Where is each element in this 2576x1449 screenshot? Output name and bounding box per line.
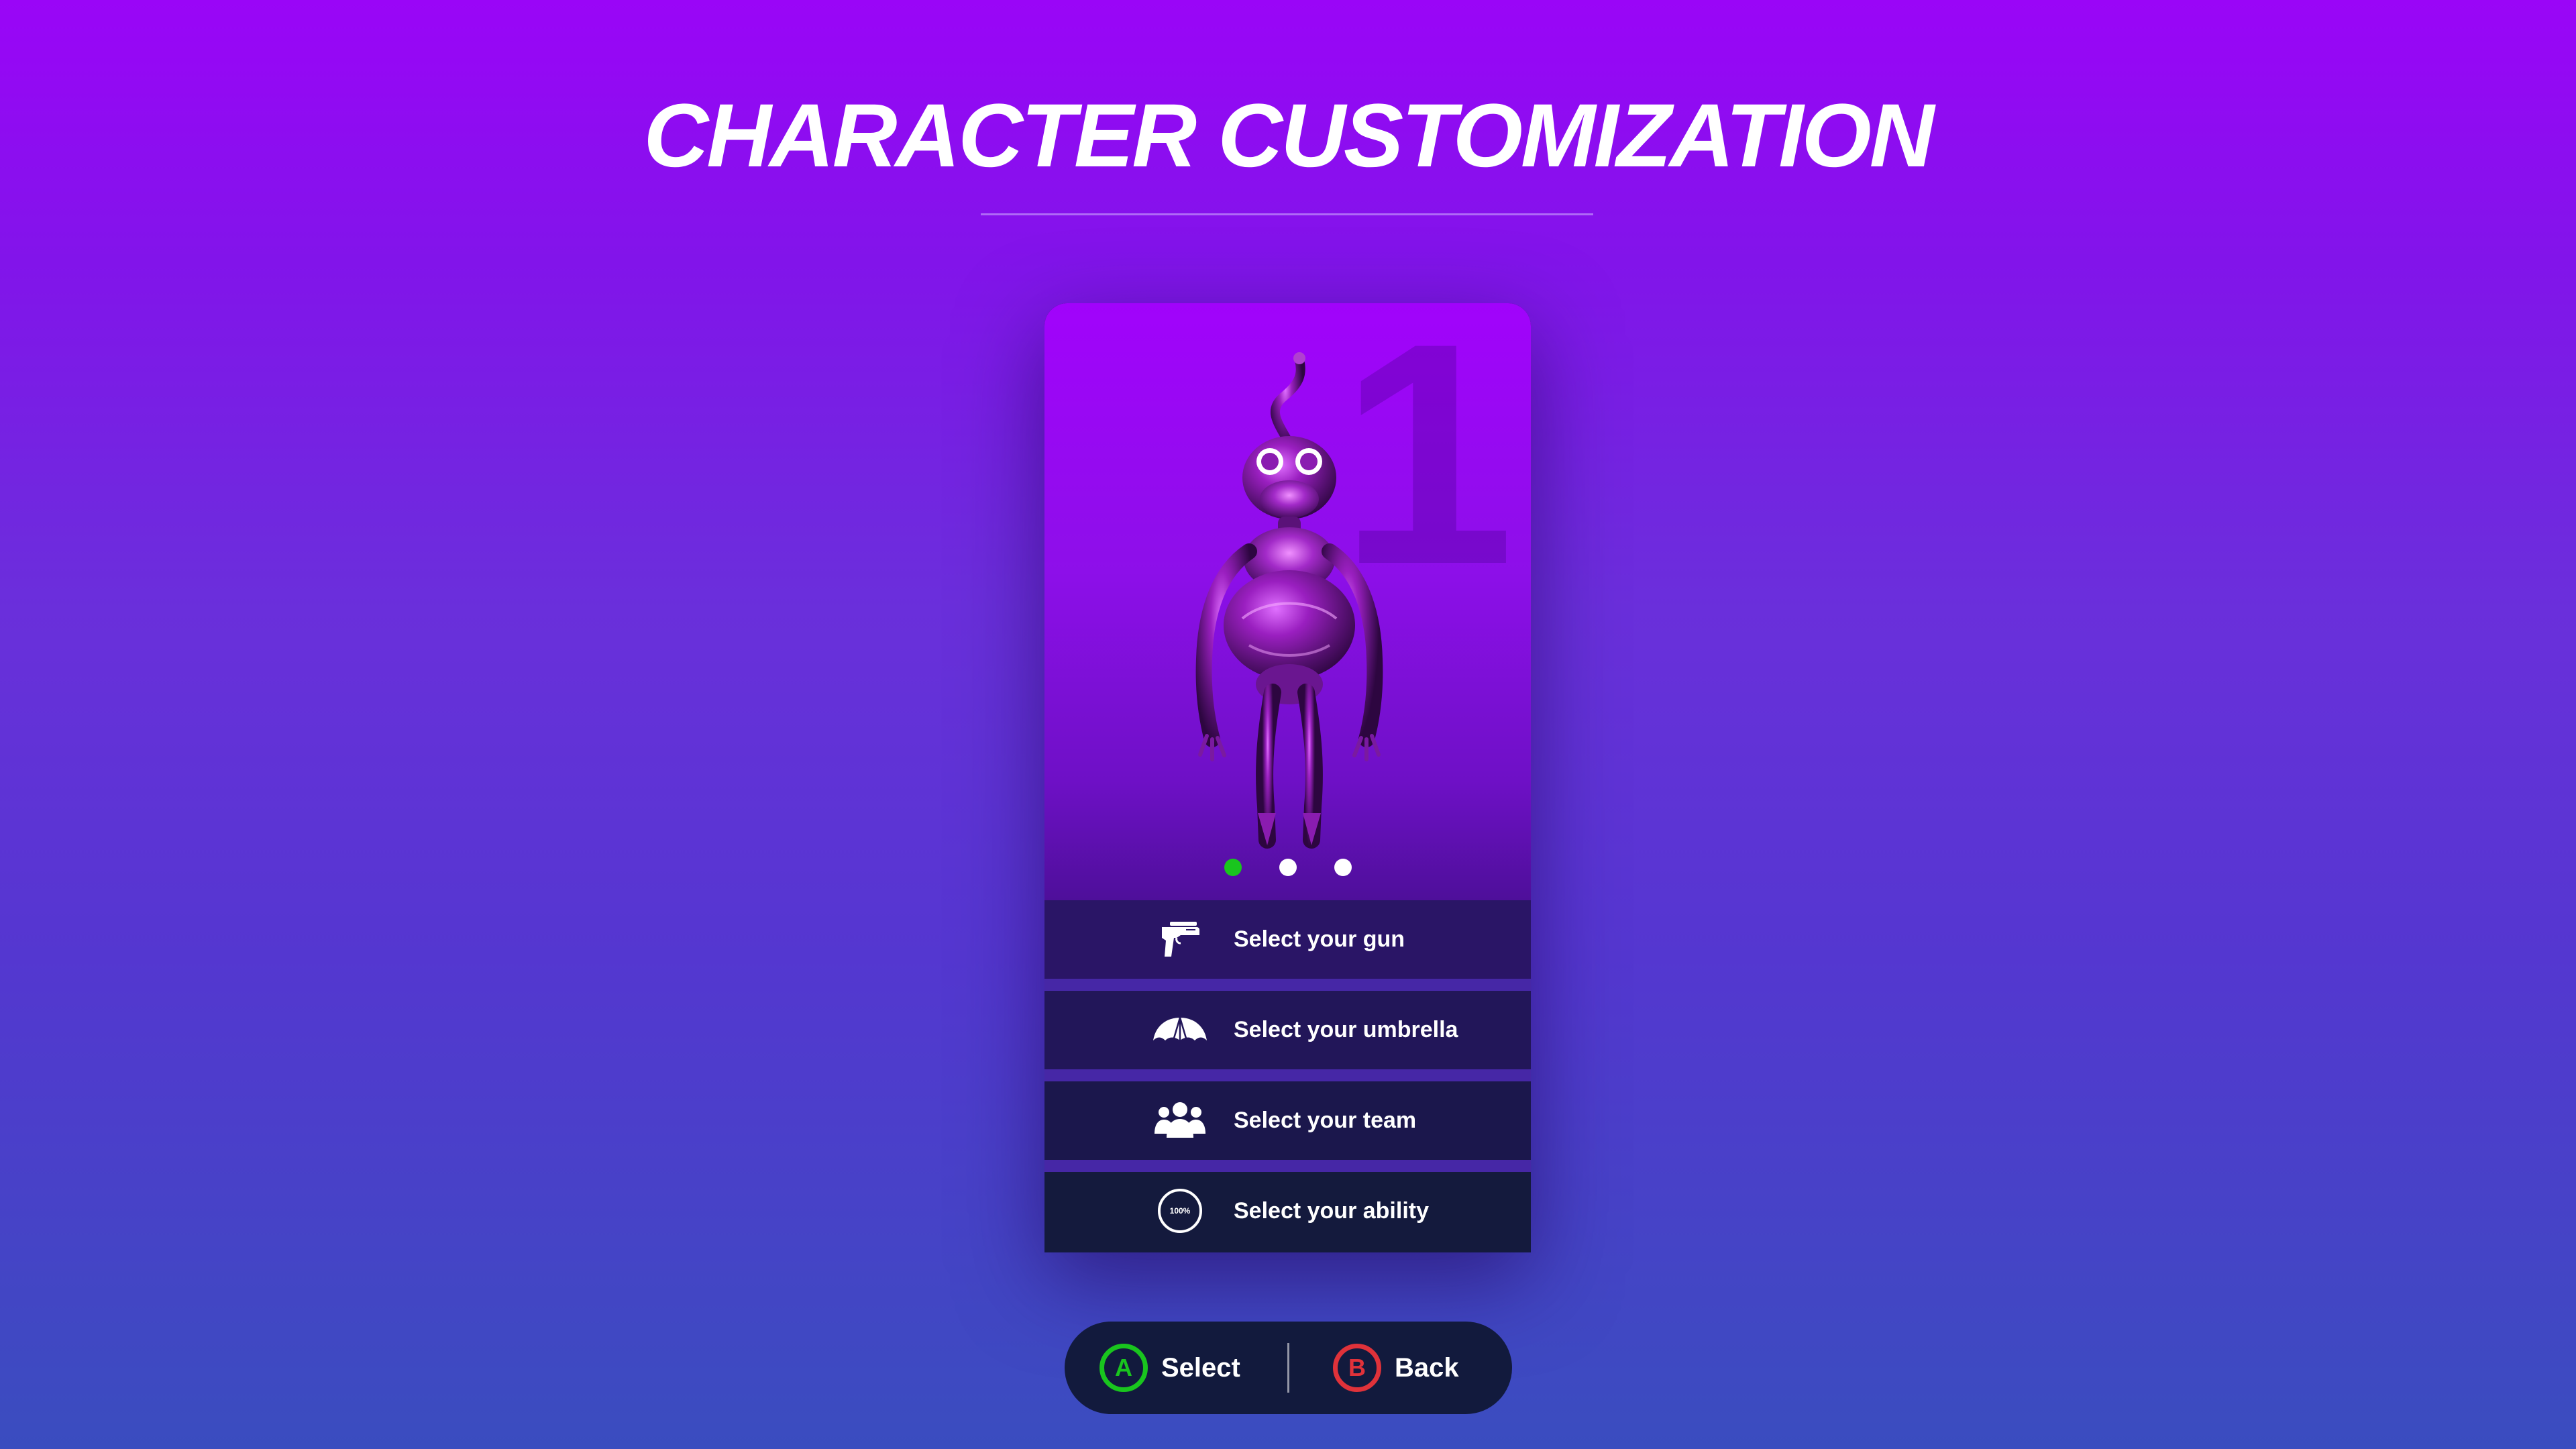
umbrella-icon <box>1152 1008 1208 1051</box>
menu-item-umbrella[interactable]: Select your umbrella <box>1044 991 1531 1069</box>
pager-dot-2[interactable] <box>1279 859 1297 876</box>
title-divider <box>981 213 1593 215</box>
menu-item-label: Select your ability <box>1234 1198 1429 1224</box>
back-hint[interactable]: B Back <box>1333 1322 1459 1414</box>
menu-separator <box>1044 1069 1531 1081</box>
menu-item-gun[interactable]: Select your gun <box>1044 900 1531 979</box>
character-preview: 1 <box>1044 303 1531 900</box>
menu-item-ability[interactable]: 100% Select your ability <box>1044 1172 1531 1252</box>
a-button-icon: A <box>1099 1344 1148 1392</box>
team-icon <box>1152 1099 1208 1142</box>
controller-hints: A Select B Back <box>1065 1322 1512 1414</box>
character-pager <box>0 859 2576 880</box>
select-label: Select <box>1161 1352 1240 1383</box>
character-model[interactable] <box>1165 343 1413 853</box>
ability-icon-text: 100% <box>1170 1206 1191 1216</box>
menu-item-label: Select your umbrella <box>1234 1017 1458 1042</box>
menu-item-label: Select your gun <box>1234 926 1405 952</box>
select-hint[interactable]: A Select <box>1099 1322 1240 1414</box>
b-button-icon: B <box>1333 1344 1381 1392</box>
pager-dot-3[interactable] <box>1334 859 1352 876</box>
controls-divider <box>1287 1343 1289 1393</box>
back-label: Back <box>1395 1352 1459 1383</box>
pager-dot-1[interactable] <box>1224 859 1242 876</box>
pistol-icon <box>1152 918 1208 961</box>
ability-icon: 100% <box>1152 1189 1208 1233</box>
menu-separator <box>1044 979 1531 991</box>
menu-item-team[interactable]: Select your team <box>1044 1081 1531 1160</box>
page-title: CHARACTER CUSTOMIZATION <box>643 86 1934 186</box>
menu-item-label: Select your team <box>1234 1108 1417 1133</box>
menu-separator <box>1044 1160 1531 1172</box>
